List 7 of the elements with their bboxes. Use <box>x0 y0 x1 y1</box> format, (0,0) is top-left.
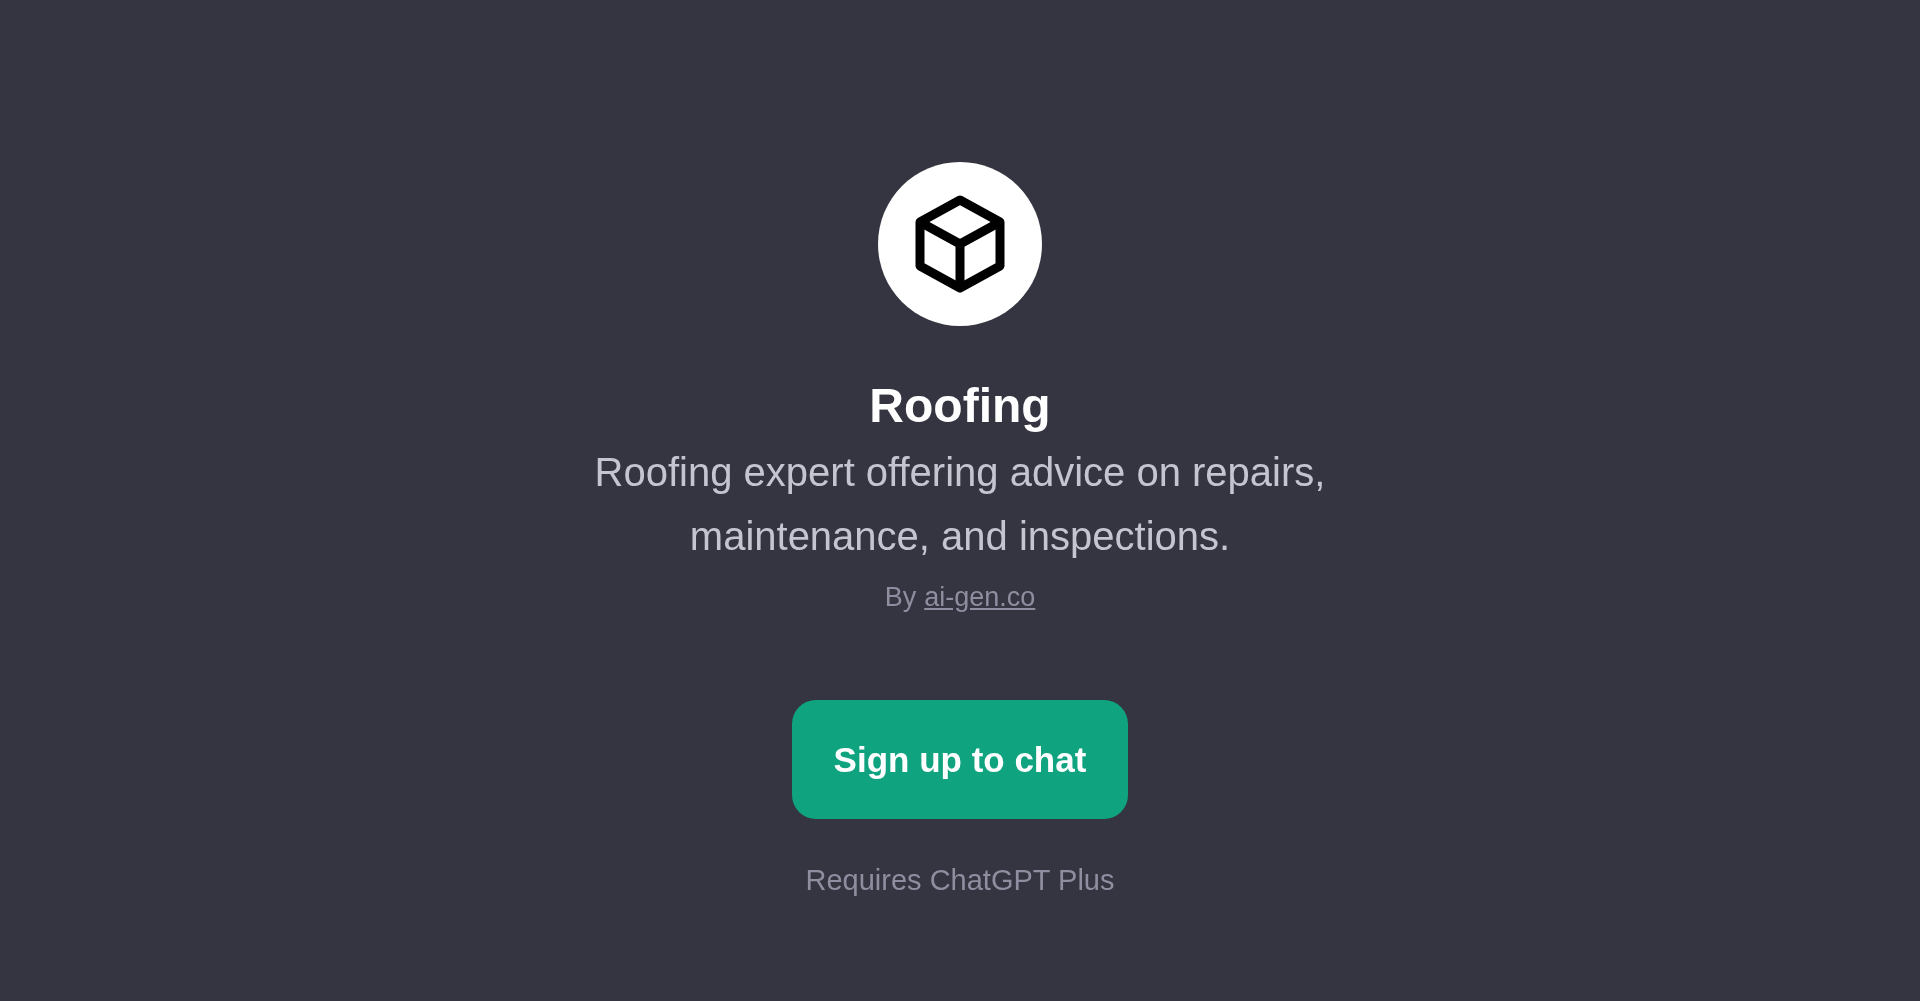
author-link[interactable]: ai-gen.co <box>924 580 1036 614</box>
requirement-note: Requires ChatGPT Plus <box>805 864 1115 897</box>
author-prefix: By <box>884 581 917 614</box>
gpt-title: Roofing <box>869 378 1051 434</box>
gpt-description: Roofing expert offering advice on repairs, maintenance, and inspections. <box>593 449 1327 560</box>
signup-button[interactable]: Sign up to chat <box>792 700 1128 819</box>
cube-icon <box>914 194 1006 294</box>
